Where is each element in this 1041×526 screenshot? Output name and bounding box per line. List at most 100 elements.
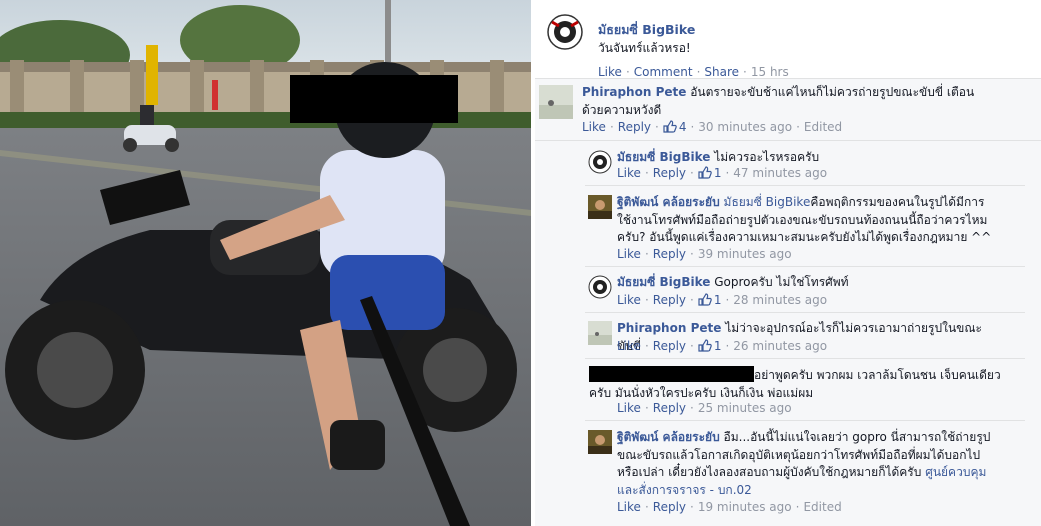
like-link[interactable]: Like xyxy=(617,500,641,514)
comment-timestamp[interactable]: 28 minutes ago xyxy=(733,293,827,307)
post-comment-link[interactable]: Comment xyxy=(634,65,693,79)
reply-link[interactable]: Reply xyxy=(653,500,686,514)
separator: · xyxy=(725,293,730,307)
comment-body: ฐิติพัฒน์ คล้อยระยับ มัธยมซี่ BigBikeคือ… xyxy=(617,194,997,247)
edited-label[interactable]: Edited xyxy=(804,120,842,134)
reply-link[interactable]: Reply xyxy=(653,166,686,180)
post-like-link[interactable]: Like xyxy=(598,65,622,79)
motorcycle-selfie-image xyxy=(0,0,531,526)
comment-actions: Like · Reply · 4 · 30 minutes ago · Edited xyxy=(582,120,842,134)
separator: · xyxy=(795,500,800,514)
comments-list: Phiraphon Pete อันตรายจะขับช้าแค่ไหนก็ไม… xyxy=(535,78,1041,526)
comment-author[interactable]: ฐิติพัฒน์ คล้อยระยับ xyxy=(617,195,720,209)
comment-text: Goproครับ ไม่ใช่โทรศัพท์ xyxy=(714,275,849,289)
avatar[interactable] xyxy=(588,430,612,454)
separator: · xyxy=(644,166,649,180)
comment-body: มัธยมซี่ BigBike Goproครับ ไม่ใช่โทรศัพท… xyxy=(617,274,997,292)
reply-item: Phiraphon Pete ไม่ว่าจะอุปกรณ์อะไรก็ไม่ค… xyxy=(585,315,1025,359)
separator: · xyxy=(796,120,800,134)
comment-actions: Like · Reply · 1 · 47 minutes ago xyxy=(617,166,827,180)
reply-item: ฐิติพัฒน์ คล้อยระยับ อืม...อันนี้ไม่แน่ใ… xyxy=(585,424,1025,526)
separator: · xyxy=(690,500,694,514)
avatar[interactable] xyxy=(588,321,612,345)
like-link[interactable]: Like xyxy=(617,166,641,180)
like-link[interactable]: Like xyxy=(617,339,641,353)
comment-timestamp[interactable]: 47 minutes ago xyxy=(733,166,827,180)
post-share-link[interactable]: Share xyxy=(704,65,739,79)
separator: · xyxy=(690,120,695,134)
post-timestamp[interactable]: 15 hrs xyxy=(751,65,789,79)
separator: · xyxy=(644,247,649,261)
redacted-author xyxy=(589,366,754,382)
separator: · xyxy=(655,120,659,134)
separator: · xyxy=(690,247,694,261)
mention-link[interactable]: มัธยมซี่ BigBike xyxy=(724,195,811,209)
page-logo-icon[interactable] xyxy=(546,13,584,51)
thumbs-up-icon xyxy=(698,293,712,306)
post-header: มัธยมซี่ BigBike วันจันทร์แล้วหรอ! Like ·… xyxy=(543,8,1033,79)
comment-item: Phiraphon Pete อันตรายจะขับช้าแค่ไหนก็ไม… xyxy=(535,79,1041,141)
separator: · xyxy=(644,401,649,415)
avatar[interactable] xyxy=(588,195,612,219)
comments-panel: มัธยมซี่ BigBike วันจันทร์แล้วหรอ! Like ·… xyxy=(535,0,1041,526)
comment-timestamp[interactable]: 19 minutes ago xyxy=(698,500,792,514)
comment-timestamp[interactable]: 26 minutes ago xyxy=(733,339,827,353)
like-link[interactable]: Like xyxy=(617,293,641,307)
like-link[interactable]: Like xyxy=(617,247,641,261)
like-link[interactable]: Like xyxy=(617,401,641,415)
thumbs-up-icon xyxy=(663,120,677,133)
separator: · xyxy=(696,65,701,79)
reply-item: ฐิติพัฒน์ คล้อยระยับ มัธยมซี่ BigBikeคือ… xyxy=(585,189,1025,267)
separator: · xyxy=(690,339,694,353)
thumbs-up-icon xyxy=(698,166,712,179)
thumbs-up-icon xyxy=(698,339,712,352)
reply-link[interactable]: Reply xyxy=(653,293,686,307)
comment-timestamp[interactable]: 30 minutes ago xyxy=(698,120,792,134)
comment-body: ฐิติพัฒน์ คล้อยระยับ อืม...อันนี้ไม่แน่ใ… xyxy=(617,429,997,499)
like-count[interactable]: 1 xyxy=(714,293,722,307)
separator: · xyxy=(690,293,694,307)
comment-author[interactable]: ฐิติพัฒน์ คล้อยระยับ xyxy=(617,430,720,444)
post-actions: Like · Comment · Share · 15 hrs xyxy=(598,65,789,79)
reply-link[interactable]: Reply xyxy=(618,120,651,134)
comment-body: มัธยมซี่ BigBike ไม่ควรอะไรหรอครับ xyxy=(617,149,997,167)
page-logo-icon[interactable] xyxy=(588,150,612,174)
separator: · xyxy=(690,401,694,415)
comment-author[interactable]: Phiraphon Pete xyxy=(582,85,686,99)
post-text: วันจันทร์แล้วหรอ! xyxy=(598,41,691,55)
separator: · xyxy=(690,166,694,180)
reply-item: มัธยมซี่ BigBike ไม่ควรอะไรหรอครับ Like ·… xyxy=(585,144,1025,186)
reply-item: อย่าพูดครับ พวกผม เวลาล้มโดนชน เจ็บคนเดี… xyxy=(585,361,1025,421)
comment-text: ไม่ควรอะไรหรอครับ xyxy=(714,150,820,164)
like-count[interactable]: 1 xyxy=(714,166,722,180)
comment-actions: Like · Reply · 39 minutes ago xyxy=(617,247,792,261)
separator: · xyxy=(644,339,649,353)
separator: · xyxy=(644,293,649,307)
reply-link[interactable]: Reply xyxy=(653,247,686,261)
separator: · xyxy=(609,120,614,134)
comment-actions: Like · Reply · 1 · 28 minutes ago xyxy=(617,293,827,307)
comment-author[interactable]: มัธยมซี่ BigBike xyxy=(617,150,710,164)
reply-link[interactable]: Reply xyxy=(653,401,686,415)
post-photo[interactable] xyxy=(0,0,531,526)
post-author[interactable]: มัธยมซี่ BigBike xyxy=(598,20,695,40)
comment-body: อย่าพูดครับ พวกผม เวลาล้มโดนชน เจ็บคนเดี… xyxy=(589,366,1019,402)
like-count[interactable]: 4 xyxy=(679,120,687,134)
like-count[interactable]: 1 xyxy=(714,339,722,353)
separator: · xyxy=(625,65,630,79)
separator: · xyxy=(725,166,730,180)
separator: · xyxy=(644,500,649,514)
reply-item: มัธยมซี่ BigBike Goproครับ ไม่ใช่โทรศัพท… xyxy=(585,269,1025,313)
separator: · xyxy=(743,65,747,79)
comment-body: Phiraphon Pete อันตรายจะขับช้าแค่ไหนก็ไม… xyxy=(582,84,982,119)
comment-actions: Like · Reply · 25 minutes ago xyxy=(617,401,792,415)
avatar[interactable] xyxy=(539,85,573,119)
edited-label[interactable]: Edited xyxy=(803,500,841,514)
page-logo-icon[interactable] xyxy=(588,275,612,299)
comment-author[interactable]: มัธยมซี่ BigBike xyxy=(617,275,710,289)
comment-author[interactable]: Phiraphon Pete xyxy=(617,321,721,335)
like-link[interactable]: Like xyxy=(582,120,606,134)
comment-timestamp[interactable]: 39 minutes ago xyxy=(698,247,792,261)
comment-timestamp[interactable]: 25 minutes ago xyxy=(698,401,792,415)
reply-link[interactable]: Reply xyxy=(653,339,686,353)
